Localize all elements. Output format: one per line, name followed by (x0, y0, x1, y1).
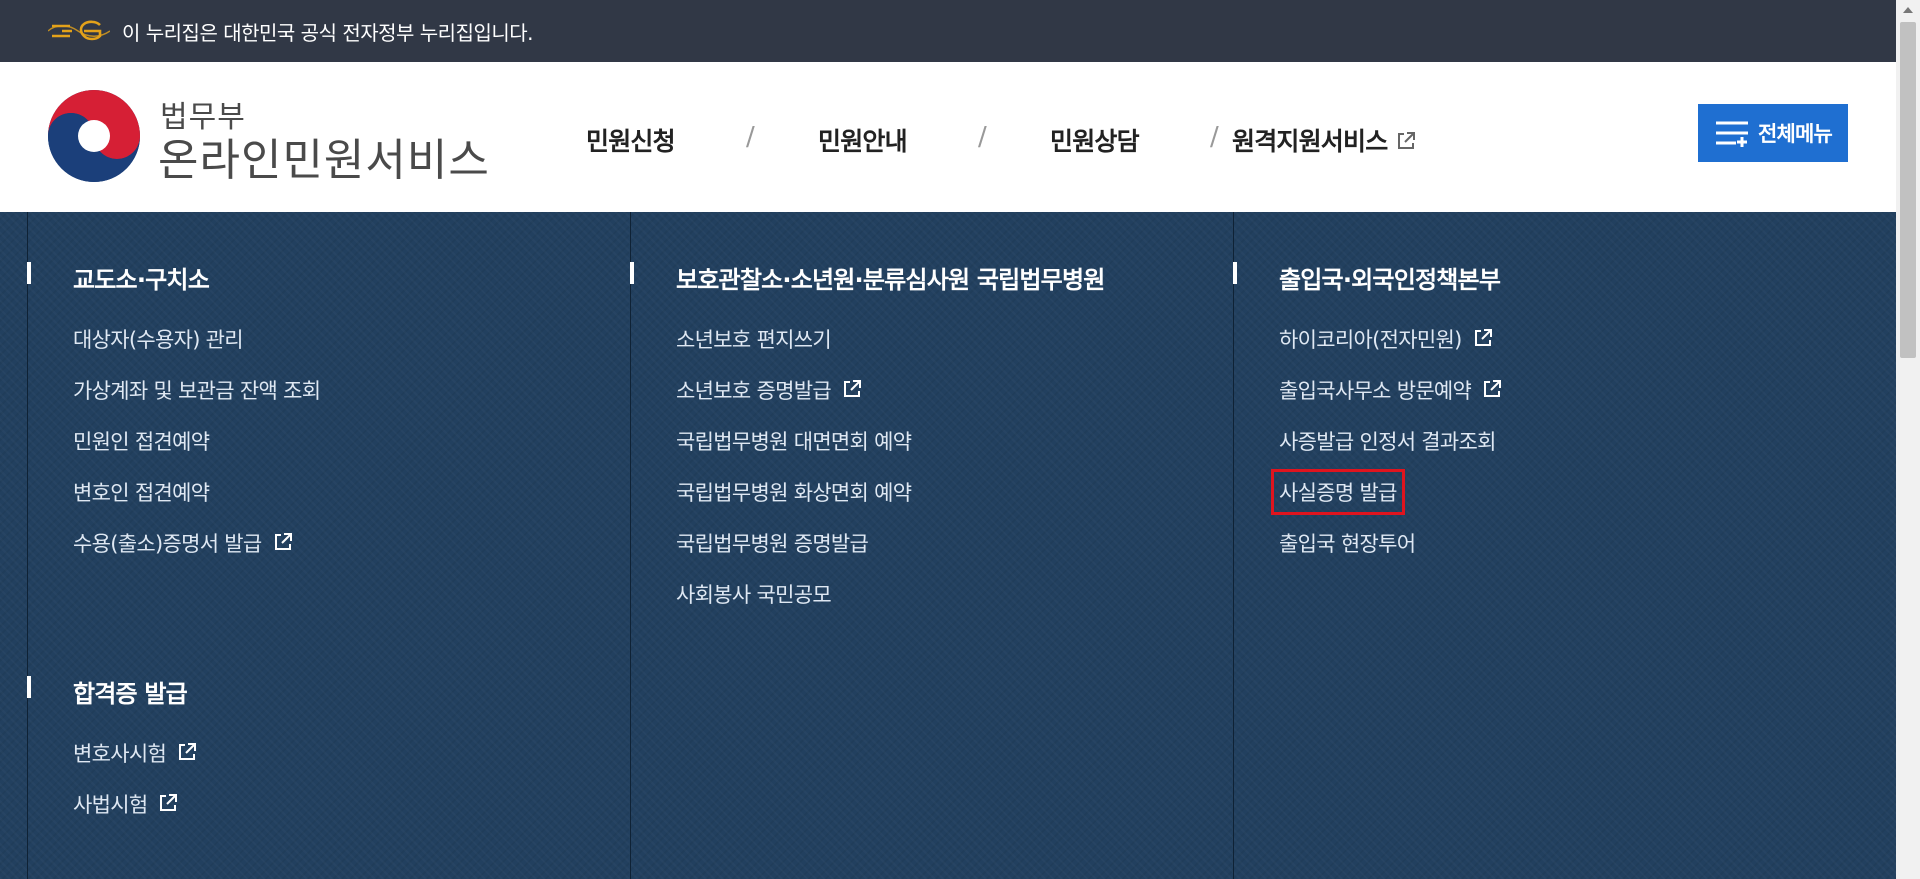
menu-link-immigration-site-tour[interactable]: 출입국 현장투어 (1279, 528, 1416, 558)
section-title-certificate: 합격증 발급 (73, 680, 188, 708)
gov-banner: 이 누리집은 대한민국 공식 전자정부 누리집입니다. (0, 0, 1896, 62)
menu-link-label: 수용(출소)증명서 발급 (73, 532, 262, 556)
service-name: 온라인민원서비스 (158, 135, 490, 186)
external-link-icon (179, 743, 197, 760)
section-title-immigration: 출입국·외국인정책본부 (1279, 266, 1501, 294)
external-link-icon (160, 794, 178, 811)
external-link-icon (1398, 132, 1416, 149)
menu-link-hospital-video-visit[interactable]: 국립법무병원 화상면회 예약 (676, 477, 912, 507)
menu-link-juvenile-certificate[interactable]: 소년보호 증명발급 (676, 375, 863, 405)
column-divider (1233, 212, 1234, 879)
menu-link-visa-confirmation[interactable]: 사증발급 인정서 결과조회 (1279, 426, 1496, 456)
menu-link-detention-certificate[interactable]: 수용(출소)증명서 발급 (73, 528, 294, 558)
government-emblem-icon[interactable] (46, 88, 142, 184)
menu-link-immigration-office-reservation[interactable]: 출입국사무소 방문예약 (1279, 375, 1503, 405)
section-marker (630, 262, 634, 284)
menu-link-bar-exam[interactable]: 변호사시험 (73, 738, 198, 768)
column-divider (27, 212, 28, 879)
column-divider (630, 212, 631, 879)
external-link-icon (274, 533, 292, 550)
gnb-item-civil-consult[interactable]: 민원상담 (1050, 122, 1140, 158)
menu-link-lawyer-reservation[interactable]: 변호인 접견예약 (73, 477, 210, 507)
menu-link-hikorea[interactable]: 하이코리아(전자민원) (1279, 324, 1494, 354)
gnb-separator: / (746, 122, 755, 152)
section-marker (1233, 262, 1237, 284)
section-marker (27, 262, 31, 284)
menu-link-label: 소년보호 증명발급 (676, 379, 832, 403)
menu-link-hospital-certificate[interactable]: 국립법무병원 증명발급 (676, 528, 869, 558)
menu-link-hospital-in-person-visit[interactable]: 국립법무병원 대면면회 예약 (676, 426, 912, 456)
scrollbar-thumb[interactable] (1900, 22, 1916, 358)
gnb-item-remote-support-label: 원격지원서비스 (1232, 127, 1388, 156)
menu-link-juvenile-letter[interactable]: 소년보호 편지쓰기 (676, 324, 832, 354)
section-title-prison: 교도소·구치소 (73, 266, 210, 294)
external-link-icon (843, 380, 861, 397)
external-link-icon (1484, 380, 1502, 397)
mega-menu-panel: 교도소·구치소 대상자(수용자) 관리 가상계좌 및 보관금 잔액 조회 민원인… (0, 212, 1896, 879)
page-scrollbar[interactable] (1896, 0, 1920, 879)
menu-link-community-service[interactable]: 사회봉사 국민공모 (676, 579, 832, 609)
gnb-separator: / (978, 122, 987, 152)
menu-link-label: 출입국사무소 방문예약 (1279, 379, 1472, 403)
menu-link-virtual-account-balance[interactable]: 가상계좌 및 보관금 잔액 조회 (73, 375, 321, 405)
egov-logo-icon (48, 20, 110, 41)
all-menu-button[interactable]: 전체메뉴 (1698, 104, 1848, 162)
menu-link-label: 변호사시험 (73, 742, 167, 766)
gnb-item-civil-guide[interactable]: 민원안내 (818, 122, 908, 158)
section-marker (27, 676, 31, 698)
site-header: 법무부 온라인민원서비스 민원신청 / 민원안내 / 민원상담 / 원격지원서비… (0, 62, 1896, 212)
menu-link-visitor-reservation[interactable]: 민원인 접견예약 (73, 426, 210, 456)
menu-link-inmate-management[interactable]: 대상자(수용자) 관리 (73, 324, 244, 354)
menu-link-judicial-exam[interactable]: 사법시험 (73, 789, 179, 819)
menu-hamburger-icon (1715, 121, 1748, 147)
section-title-probation: 보호관찰소·소년원·분류심사원 국립법무병원 (676, 266, 1105, 294)
menu-link-fact-certificate[interactable]: 사실증명 발급 (1271, 469, 1405, 515)
gnb-item-remote-support[interactable]: 원격지원서비스 (1232, 122, 1417, 158)
external-link-icon (1474, 329, 1492, 346)
all-menu-label: 전체메뉴 (1757, 122, 1833, 146)
gnb-separator: / (1210, 122, 1219, 152)
menu-link-label: 하이코리아(전자민원) (1279, 328, 1462, 352)
scroll-up-arrow-icon[interactable] (1896, 0, 1920, 20)
gov-banner-text: 이 누리집은 대한민국 공식 전자정부 누리집입니다. (122, 20, 534, 45)
gnb-item-civil-apply[interactable]: 민원신청 (586, 122, 676, 158)
menu-link-label: 사법시험 (73, 793, 148, 817)
